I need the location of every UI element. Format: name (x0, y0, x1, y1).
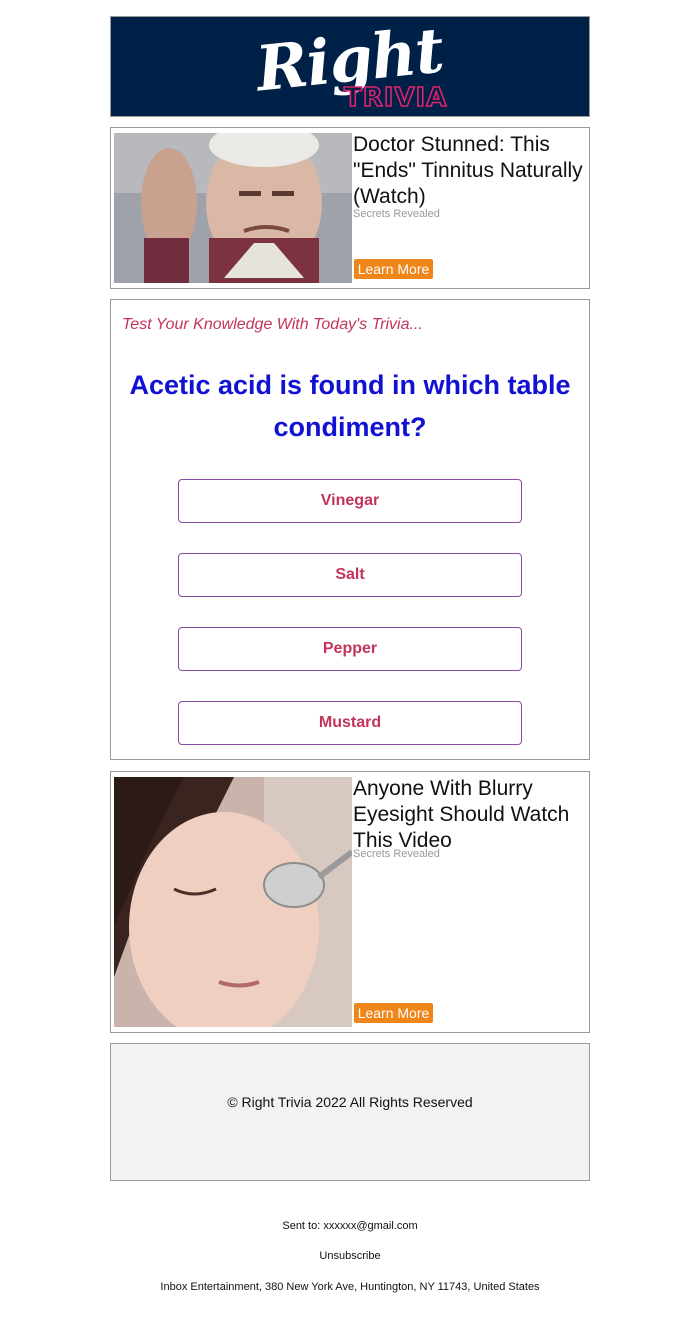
ad-headline[interactable]: Anyone With Blurry Eyesight Should Watch… (353, 776, 583, 854)
quiz-question: Acetic acid is found in which table cond… (129, 370, 571, 442)
ad-source-label: Secrets Revealed (353, 848, 440, 860)
sent-to-text: Sent to: xxxxxx@gmail.com (282, 1220, 418, 1232)
unsubscribe-link[interactable]: Unsubscribe (0, 1250, 700, 1262)
ad-image-woman-spoon[interactable] (114, 777, 352, 1027)
logo-trivia-text: TRIVIA (343, 82, 448, 114)
company-address: Inbox Entertainment, 380 New York Ave, H… (160, 1281, 540, 1293)
ad-card-tinnitus[interactable]: Doctor Stunned: This "Ends" Tinnitus Nat… (110, 127, 590, 289)
quiz-intro-text: Test Your Knowledge With Today's Trivia.… (122, 316, 423, 333)
answer-button-mustard[interactable]: Mustard (178, 701, 522, 745)
learn-more-button[interactable]: Learn More (354, 1003, 433, 1023)
ad-card-eyesight[interactable]: Anyone With Blurry Eyesight Should Watch… (110, 771, 590, 1033)
answer-button-pepper[interactable]: Pepper (178, 627, 522, 671)
footer-box: © Right Trivia 2022 All Rights Reserved (110, 1043, 590, 1181)
ad-image-elderly-man[interactable] (114, 133, 352, 283)
ad-headline[interactable]: Doctor Stunned: This "Ends" Tinnitus Nat… (353, 132, 583, 210)
trivia-quiz-card: Test Your Knowledge With Today's Trivia.… (110, 299, 590, 760)
answer-button-vinegar[interactable]: Vinegar (178, 479, 522, 523)
ad-source-label: Secrets Revealed (353, 208, 440, 220)
copyright-text: © Right Trivia 2022 All Rights Reserved (227, 1094, 473, 1110)
learn-more-button[interactable]: Learn More (354, 259, 433, 279)
answer-button-salt[interactable]: Salt (178, 553, 522, 597)
header-banner[interactable]: Right TRIVIA (110, 13, 590, 117)
